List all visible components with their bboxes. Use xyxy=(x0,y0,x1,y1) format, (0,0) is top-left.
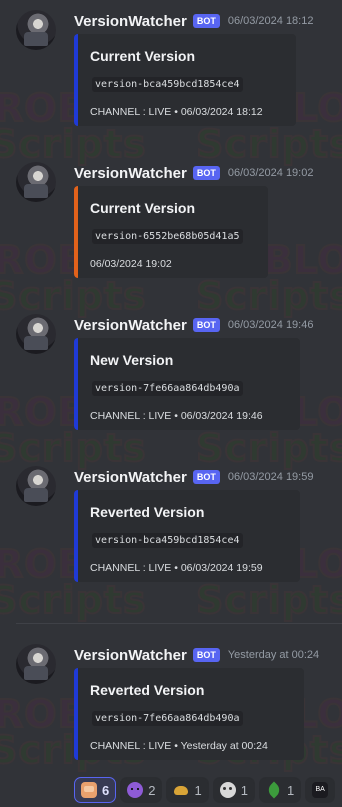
watermark-text: Scripts xyxy=(195,273,342,319)
embed-code: version-7fe66aa864db490a xyxy=(92,711,243,726)
embed-footer: CHANNEL : LIVE • 06/03/2024 19:59 xyxy=(90,562,263,574)
timestamp[interactable]: 06/03/2024 19:46 xyxy=(228,319,314,331)
reaction-count: 1 xyxy=(194,782,202,798)
watermark-text: Scripts xyxy=(195,577,342,623)
avatar[interactable] xyxy=(16,314,56,354)
reaction-bar: 6 2 1 1 1 BA xyxy=(74,777,336,803)
embed-title: Reverted Version xyxy=(90,682,205,698)
watermark-text: Scripts xyxy=(195,425,342,471)
embed-footer: CHANNEL : LIVE • 06/03/2024 19:46 xyxy=(90,410,263,422)
reaction-button[interactable]: 1 xyxy=(212,777,255,803)
embed-title: New Version xyxy=(90,352,174,368)
watermark-text: Scripts xyxy=(0,121,147,167)
embed-title: Reverted Version xyxy=(90,504,205,520)
embed-footer: CHANNEL : LIVE • 06/03/2024 18:12 xyxy=(90,106,263,118)
reaction-button[interactable]: 1 xyxy=(258,777,302,803)
embed: Reverted Version version-7fe66aa864db490… xyxy=(74,668,304,760)
troll-face-emoji-icon xyxy=(219,782,236,798)
embed: Current Version version-6552be68b05d41a5… xyxy=(74,186,268,278)
message-header: VersionWatcher BOT 06/03/2024 19:46 xyxy=(74,314,313,336)
embed-footer: CHANNEL : LIVE • Yesterday at 00:24 xyxy=(90,740,268,752)
reaction-button[interactable]: 1 xyxy=(166,777,209,803)
username[interactable]: VersionWatcher xyxy=(74,317,187,334)
embed-code: version-bca459bcd1854ce4 xyxy=(92,533,243,548)
timestamp[interactable]: 06/03/2024 18:12 xyxy=(228,15,314,27)
username[interactable]: VersionWatcher xyxy=(74,13,187,30)
leaf-emoji-icon xyxy=(266,782,282,798)
watermark-text: Scripts xyxy=(195,121,342,167)
username[interactable]: VersionWatcher xyxy=(74,165,187,182)
text-emoji-icon: BA xyxy=(312,782,329,798)
bot-badge: BOT xyxy=(192,166,220,180)
embed: Current Version version-bca459bcd1854ce4… xyxy=(74,34,296,126)
embed-footer: 06/03/2024 19:02 xyxy=(90,258,172,270)
watermark-text: Scripts xyxy=(0,577,147,623)
embed-code: version-bca459bcd1854ce4 xyxy=(92,77,243,92)
reaction-count: 6 xyxy=(102,782,110,798)
reaction-count: 1 xyxy=(240,782,248,798)
message-header: VersionWatcher BOT Yesterday at 00:24 xyxy=(74,644,319,666)
smiling-devil-emoji-icon xyxy=(127,782,144,798)
avatar[interactable] xyxy=(16,10,56,50)
reaction-button[interactable]: 2 xyxy=(120,777,163,803)
bot-badge: BOT xyxy=(192,318,220,332)
dog-emoji-icon xyxy=(173,782,189,798)
embed: New Version version-7fe66aa864db490a CHA… xyxy=(74,338,300,430)
bot-badge: BOT xyxy=(192,14,220,28)
avatar[interactable] xyxy=(16,162,56,202)
embed-code: version-6552be68b05d41a5 xyxy=(92,229,243,244)
watermark-text: Scripts xyxy=(0,273,147,319)
username[interactable]: VersionWatcher xyxy=(74,647,187,664)
timestamp[interactable]: Yesterday at 00:24 xyxy=(228,649,319,661)
reaction-count: 2 xyxy=(148,782,156,798)
message-header: VersionWatcher BOT 06/03/2024 19:02 xyxy=(74,162,313,184)
avatar[interactable] xyxy=(16,466,56,506)
reaction-count: 1 xyxy=(286,782,295,798)
message-header: VersionWatcher BOT 06/03/2024 18:12 xyxy=(74,10,313,32)
embed-code: version-7fe66aa864db490a xyxy=(92,381,243,396)
avatar[interactable] xyxy=(16,644,56,684)
message-header: VersionWatcher BOT 06/03/2024 19:59 xyxy=(74,466,313,488)
watermark-text: Scripts xyxy=(0,425,147,471)
bot-badge: BOT xyxy=(192,470,220,484)
reaction-button[interactable]: 6 xyxy=(74,777,117,803)
timestamp[interactable]: 06/03/2024 19:59 xyxy=(228,471,314,483)
reaction-button[interactable]: BA xyxy=(305,777,336,803)
cat-face-emoji-icon xyxy=(81,782,97,798)
username[interactable]: VersionWatcher xyxy=(74,469,187,486)
bot-badge: BOT xyxy=(192,648,220,662)
embed-title: Current Version xyxy=(90,200,196,216)
timestamp[interactable]: 06/03/2024 19:02 xyxy=(228,167,314,179)
embed: Reverted Version version-bca459bcd1854ce… xyxy=(74,490,300,582)
date-divider xyxy=(16,623,342,624)
embed-title: Current Version xyxy=(90,48,196,64)
